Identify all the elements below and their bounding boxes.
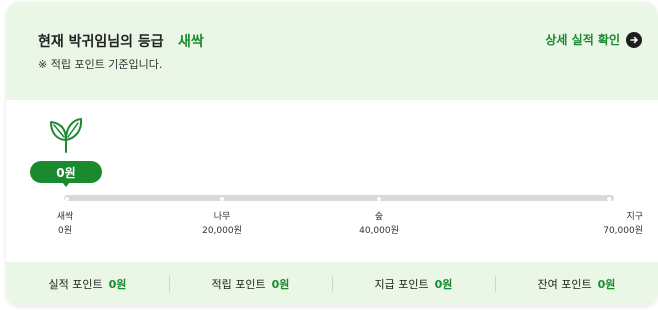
grade-title: 현재 박귀임님의 등급 bbox=[38, 34, 164, 50]
points-summary: 실적 포인트 0원 적립 포인트 0원 지급 포인트 0원 잔여 포인트 0원 bbox=[6, 262, 658, 306]
arrow-right-circle-icon bbox=[626, 31, 642, 48]
level-tree: 나무 20,000원 bbox=[182, 210, 262, 238]
points-value: 0원 bbox=[434, 278, 453, 291]
level-dot-forest bbox=[377, 197, 381, 201]
level-name: 나무 bbox=[213, 212, 231, 222]
performance-points: 실적 포인트 0원 bbox=[6, 262, 169, 306]
current-grade: 새싹 bbox=[178, 34, 204, 50]
level-forest: 숲 40,000원 bbox=[339, 210, 419, 238]
accrued-points: 적립 포인트 0원 bbox=[169, 262, 332, 306]
level-name: 지구 bbox=[626, 212, 643, 222]
level-threshold: 70,000원 bbox=[603, 226, 643, 236]
detail-performance-link[interactable]: 상세 실적 확인 bbox=[545, 31, 642, 48]
points-label: 잔여 포인트 bbox=[537, 278, 592, 291]
grade-note: ※ 적립 포인트 기준입니다. bbox=[38, 58, 163, 71]
level-dot-tree bbox=[220, 197, 224, 201]
level-sprout: 새싹 0원 bbox=[25, 210, 105, 238]
points-label: 적립 포인트 bbox=[211, 278, 266, 291]
level-name: 새싹 bbox=[56, 212, 74, 222]
detail-link-label: 상세 실적 확인 bbox=[545, 33, 620, 47]
grade-progress-track bbox=[64, 195, 614, 201]
points-label: 지급 포인트 bbox=[374, 278, 429, 291]
level-threshold: 0원 bbox=[57, 226, 72, 236]
grade-card: 현재 박귀임님의 등급 새싹 ※ 적립 포인트 기준입니다. 상세 실적 확인 … bbox=[6, 2, 658, 306]
level-earth: 지구 70,000원 bbox=[583, 210, 643, 238]
points-value: 0원 bbox=[108, 278, 127, 291]
level-dot-earth bbox=[607, 197, 611, 201]
sprout-icon bbox=[50, 118, 83, 153]
paid-points: 지급 포인트 0원 bbox=[332, 262, 495, 306]
points-value: 0원 bbox=[271, 278, 290, 291]
grade-header: 현재 박귀임님의 등급 새싹 ※ 적립 포인트 기준입니다. 상세 실적 확인 bbox=[6, 2, 658, 100]
level-name: 숲 bbox=[374, 212, 384, 222]
current-points-bubble: 0원 bbox=[30, 161, 102, 183]
remaining-points: 잔여 포인트 0원 bbox=[495, 262, 658, 306]
level-threshold: 40,000원 bbox=[359, 226, 399, 236]
points-value: 0원 bbox=[597, 278, 616, 291]
points-label: 실적 포인트 bbox=[48, 278, 103, 291]
bubble-pointer bbox=[62, 182, 70, 187]
level-threshold: 20,000원 bbox=[202, 226, 242, 236]
level-dot-sprout bbox=[65, 197, 69, 201]
